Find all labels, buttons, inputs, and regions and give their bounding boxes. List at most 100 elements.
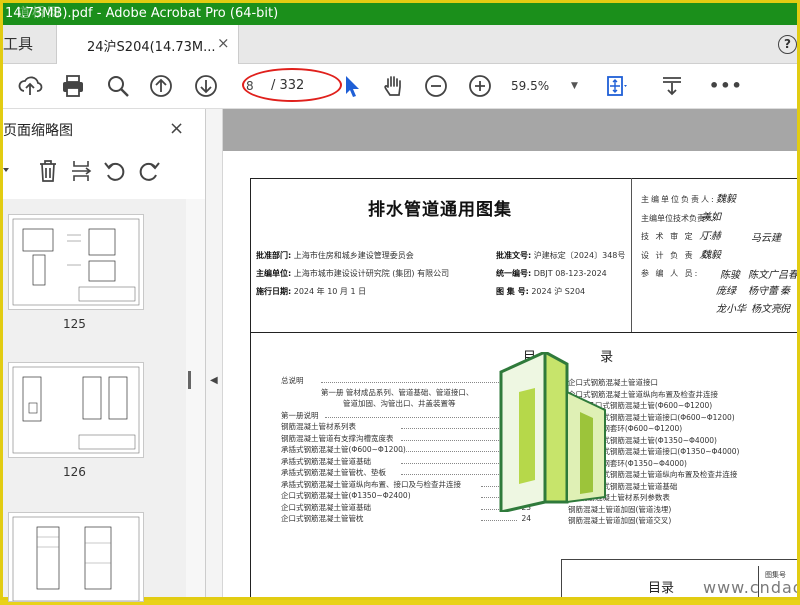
- panel-splitter[interactable]: ◀: [188, 109, 223, 597]
- signature: 倪: [780, 304, 790, 315]
- zoom-value: 59.5%: [511, 79, 550, 93]
- options-dropdown-icon[interactable]: [3, 163, 11, 177]
- toc-entry[interactable]: 企口式钢筋混凝土管道基础23: [281, 502, 531, 514]
- chevron-down-icon: ▼: [571, 81, 578, 91]
- toc-entry[interactable]: 钢筋混凝土管材系列表16: [281, 421, 531, 433]
- insert-page-icon[interactable]: [70, 159, 92, 183]
- thumbnail-list[interactable]: 125 126: [3, 199, 186, 602]
- signature: 庞绿: [716, 286, 736, 297]
- prev-page-icon[interactable]: [148, 73, 174, 99]
- thumbnail-panel: 页面缩略图 × 125 126: [3, 109, 206, 602]
- toc-entry-title: 钢筋混凝土管道有支撑沟槽宽度表: [281, 433, 394, 443]
- toc-entry-title: 承插式钢筋混凝土管道基础: [281, 456, 371, 466]
- title-bar: 14.73MB).pdf - Adobe Acrobat Pro (64-bit…: [3, 3, 797, 25]
- zoom-out-icon[interactable]: [423, 73, 449, 99]
- document-view[interactable]: 排水管道通用图集 批准部门: 上海市住房和城乡建设管理委员会 主编单位: 上海市…: [223, 109, 797, 597]
- divider: [250, 332, 797, 333]
- toc-entry[interactable]: 承插式钢筋混凝土管管枕、垫板20: [281, 467, 531, 479]
- zoom-in-icon[interactable]: [467, 73, 493, 99]
- toc-entry-title: 企口式钢筋混凝土管管枕: [281, 514, 364, 523]
- tab-bar: 工具 24沪S204(14.73M... × ?: [3, 25, 797, 64]
- document-tab-label: 24沪S204(14.73M...: [87, 40, 216, 55]
- divider: [631, 178, 632, 332]
- more-icon[interactable]: •••: [709, 76, 743, 95]
- toc-leader: [325, 416, 517, 418]
- toc-entry[interactable]: 承插式钢筋混凝土管道基础19: [281, 456, 531, 468]
- person-label: 参 编 人 员:: [641, 269, 700, 278]
- toc-entry[interactable]: 管道加固、沟管出口、井盖装置等: [281, 398, 531, 410]
- toc-left-column: 总说明5第一册 管材成品系列、管道基础、管道接口、管道加固、沟管出口、井盖装置等…: [281, 375, 531, 525]
- toc-leader: [481, 520, 517, 521]
- toc-entry-title: 管道加固、沟管出口、井盖装置等: [343, 399, 456, 408]
- toc-entry[interactable]: 钢筋混凝土管道加固(管道交叉): [568, 515, 797, 527]
- fit-page-icon[interactable]: [603, 73, 629, 99]
- thumbnail-label: 126: [63, 465, 86, 479]
- thumbnail-toolbar: [3, 157, 205, 187]
- toc-entry-title: 承插式钢筋混凝土管管枕、垫板: [281, 468, 386, 477]
- page-thumbnail-125[interactable]: [8, 214, 144, 310]
- rotate-right-icon[interactable]: [137, 159, 161, 183]
- signature: 杨守蕾: [748, 286, 778, 297]
- signature: 魏毅: [716, 194, 736, 205]
- toc-entry[interactable]: 钢筋混凝土管道有支撑沟槽宽度表17: [281, 433, 531, 445]
- approval-number: 批准文号: 沪建标定〔2024〕348号: [496, 251, 626, 260]
- page-thumbnail-127[interactable]: [8, 512, 144, 602]
- page-gap: [223, 109, 797, 151]
- effective-date: 施行日期: 2024 年 10 月 1 日: [256, 287, 367, 296]
- toc-entry[interactable]: 承插式钢筋混凝土管道纵向布置、接口及与检查井连接21: [281, 479, 531, 491]
- cursor-icon[interactable]: [339, 73, 365, 99]
- page-thumbnail-126[interactable]: [8, 362, 144, 458]
- toc-entry-title: 钢筋混凝土管材系列表: [281, 422, 356, 431]
- person-label: 主编单位负责人:: [641, 195, 716, 204]
- toc-entry[interactable]: 第一册说明9: [281, 410, 531, 422]
- signature: 魏毅: [701, 250, 721, 261]
- close-tab-icon[interactable]: ×: [217, 34, 230, 52]
- collapse-panel-icon[interactable]: ◀: [210, 375, 218, 386]
- toc-entry[interactable]: 承插式钢筋混凝土管(Φ600~Φ1200)18: [281, 444, 531, 456]
- toc-entry-title: 总说明: [281, 376, 304, 385]
- resize-handle[interactable]: [188, 371, 191, 389]
- toc-entry-title: 承插式钢筋混凝土管道纵向布置、接口及与检查井连接: [281, 479, 461, 489]
- help-icon[interactable]: ?: [778, 35, 797, 54]
- search-icon[interactable]: [105, 73, 131, 99]
- hand-icon[interactable]: [380, 73, 406, 99]
- thumbnail-drawing: [12, 516, 140, 602]
- toc-entry-title: 第一册说明: [281, 410, 319, 420]
- close-panel-icon[interactable]: ×: [169, 118, 184, 139]
- toc-entry[interactable]: 企口式钢筋混凝土管管枕 24: [281, 513, 531, 525]
- document-tab[interactable]: 24沪S204(14.73M... ×: [56, 25, 239, 64]
- main-toolbar: 8 / 332 59.5% ▼ •••: [3, 64, 797, 109]
- thumbnail-scrollbar[interactable]: [186, 199, 205, 597]
- scroll-mode-icon[interactable]: [659, 73, 685, 99]
- toc-entry[interactable]: 第一册 管材成品系列、管道基础、管道接口、: [281, 387, 531, 399]
- signature: 美如: [701, 212, 721, 223]
- toc-page-number: 24: [521, 514, 531, 523]
- thumbnail-label: 125: [63, 317, 86, 331]
- signature: 马云建: [751, 233, 781, 244]
- document-title: 排水管道通用图集: [368, 200, 512, 220]
- signature: 杨文亮: [751, 304, 781, 315]
- serial-number: 统一编号: DBJT 08-123-2024: [496, 269, 607, 278]
- toc-entry-title: 钢筋混凝土管道加固(管道交叉): [568, 516, 672, 525]
- thumbnail-drawing: [12, 366, 140, 454]
- signature: 吕春: [778, 270, 797, 281]
- upload-icon[interactable]: [17, 73, 43, 99]
- zoom-select[interactable]: 59.5% ▼: [511, 76, 581, 96]
- site-watermark: www.cndao.com: [703, 578, 797, 597]
- toc-entry[interactable]: 总说明5: [281, 375, 531, 387]
- rotate-left-icon[interactable]: [103, 159, 127, 183]
- publisher-logo: [499, 352, 606, 512]
- atlas-number: 图 集 号: 2024 沪 S204: [496, 287, 586, 296]
- signature: 秦: [780, 286, 790, 297]
- toc-leader: [321, 382, 517, 383]
- trash-icon[interactable]: [37, 159, 59, 183]
- editor-unit: 主编单位: 上海市城市建设设计研究院 (集团) 有限公司: [256, 269, 450, 278]
- toc-entry-title: 承插式钢筋混凝土管(Φ600~Φ1200): [281, 445, 406, 454]
- signature: 龙小华: [716, 304, 746, 315]
- toc-entry[interactable]: 企口式钢筋混凝土管(Φ1350~Φ2400)22: [281, 490, 531, 502]
- title-block-label: 目录: [648, 581, 675, 596]
- next-page-icon[interactable]: [193, 73, 219, 99]
- print-icon[interactable]: [60, 73, 86, 99]
- tools-tab[interactable]: 工具: [3, 33, 33, 54]
- thumbnail-panel-title: 页面缩略图: [3, 123, 73, 139]
